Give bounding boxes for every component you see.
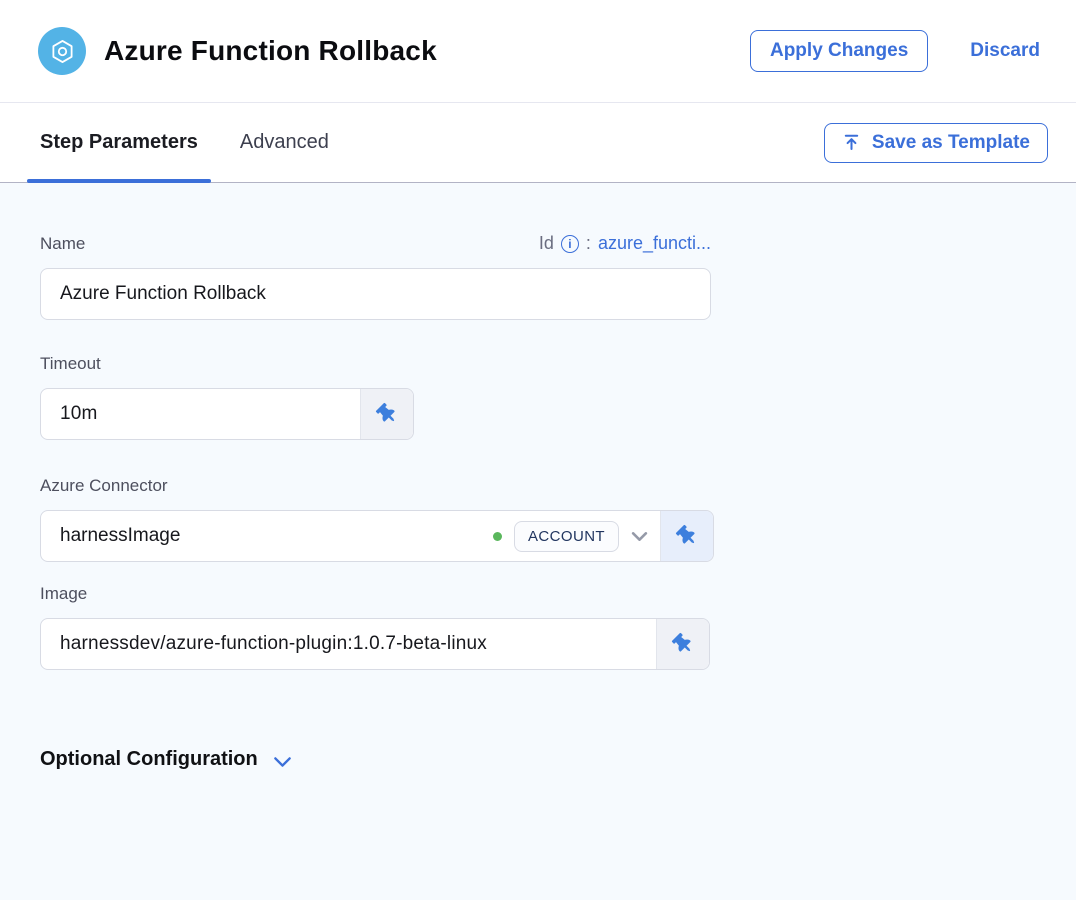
step-parameters-panel: Name Id i : azure_functi... Timeout Azur… [0, 183, 1076, 900]
image-label: Image [40, 584, 1036, 604]
page-title: Azure Function Rollback [104, 35, 437, 67]
connected-green-dot [493, 532, 502, 541]
scope-badge: ACCOUNT [514, 521, 619, 552]
azure-connector-right: ACCOUNT [493, 511, 660, 561]
image-runtime-input-pin-button[interactable] [656, 619, 709, 669]
azure-connector-value: harnessImage [41, 511, 493, 561]
name-input[interactable] [40, 268, 711, 320]
plugin-hexagon-icon [38, 27, 86, 75]
image-input[interactable] [41, 619, 656, 669]
info-circle-icon[interactable]: i [561, 235, 579, 253]
tab-step-parameters[interactable]: Step Parameters [27, 103, 211, 182]
optional-configuration-title: Optional Configuration [40, 748, 258, 771]
pin-icon [673, 522, 701, 550]
timeout-input-group [40, 388, 414, 440]
save-as-template-label: Save as Template [872, 132, 1030, 154]
step-id-row[interactable]: Id i : azure_functi... [539, 233, 711, 254]
azure-connector-runtime-input-pin-button[interactable] [660, 511, 713, 561]
optional-configuration-toggle[interactable]: Optional Configuration [40, 748, 292, 771]
tab-advanced[interactable]: Advanced [227, 103, 342, 182]
chevron-down-icon [273, 752, 292, 768]
timeout-label: Timeout [40, 354, 1036, 374]
apply-changes-button[interactable]: Apply Changes [750, 30, 928, 72]
save-as-template-button[interactable]: Save as Template [824, 123, 1048, 163]
azure-connector-label: Azure Connector [40, 476, 1036, 496]
chevron-down-icon[interactable] [631, 531, 648, 542]
panel-header: Azure Function Rollback Apply Changes Di… [0, 0, 1076, 103]
timeout-runtime-input-pin-button[interactable] [360, 389, 413, 439]
tab-bar: Step Parameters Advanced Save as Templat… [0, 103, 1076, 183]
id-separator: : [586, 233, 591, 254]
image-input-group [40, 618, 710, 670]
pin-icon [373, 400, 401, 428]
timeout-input[interactable] [41, 389, 360, 439]
pin-icon [669, 630, 697, 658]
id-label: Id [539, 233, 554, 254]
azure-connector-select[interactable]: harnessImage ACCOUNT [40, 510, 714, 562]
discard-button[interactable]: Discard [970, 40, 1040, 62]
name-label: Name [40, 234, 85, 254]
upload-icon [842, 133, 861, 152]
name-label-row: Name Id i : azure_functi... [40, 233, 711, 254]
step-id-value[interactable]: azure_functi... [598, 233, 711, 254]
